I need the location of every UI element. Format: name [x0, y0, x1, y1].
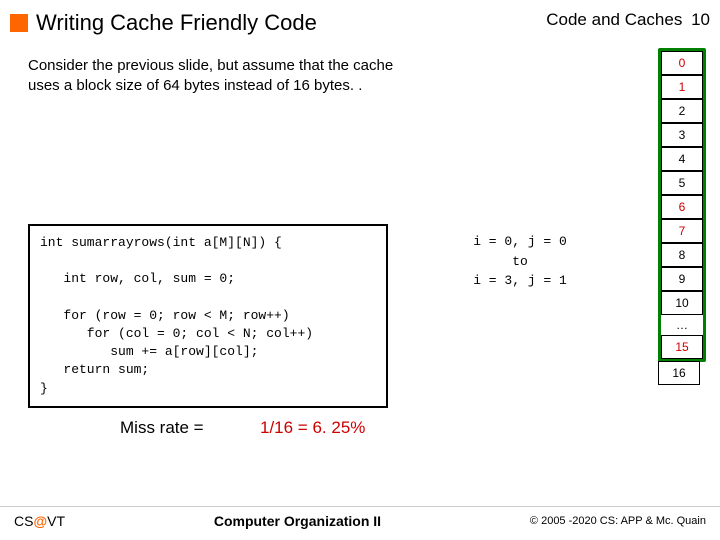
footer-cs: CS — [14, 513, 33, 529]
cache-row: 10 — [661, 291, 703, 315]
iteration-range: i = 0, j = 0 to i = 3, j = 1 — [450, 232, 590, 291]
bullet-icon — [10, 14, 28, 32]
intro-text: Consider the previous slide, but assume … — [28, 56, 408, 95]
footer-copyright: © 2005 -2020 CS: APP & Mc. Quain — [530, 515, 706, 527]
miss-rate-label: Miss rate = — [120, 418, 204, 438]
footer-brand: CS@VT — [14, 513, 65, 529]
slide-footer: CS@VT Computer Organization II © 2005 -2… — [0, 506, 720, 534]
ij-line1: i = 0, j = 0 — [450, 232, 590, 252]
cache-overflow-row: 16 — [658, 361, 700, 385]
footer-title: Computer Organization II — [214, 513, 381, 529]
slide-title: Writing Cache Friendly Code — [36, 10, 317, 36]
ij-line2: to — [450, 252, 590, 272]
cache-row: 15 — [661, 335, 703, 359]
cache-row: 6 — [661, 195, 703, 219]
cache-row: 0 — [661, 51, 703, 75]
ij-line3: i = 3, j = 1 — [450, 271, 590, 291]
cache-row: 5 — [661, 171, 703, 195]
cache-row: 8 — [661, 243, 703, 267]
cache-row: 9 — [661, 267, 703, 291]
miss-rate-value: 1/16 = 6. 25% — [260, 418, 365, 438]
cache-row: 4 — [661, 147, 703, 171]
section-label: Code and Caches 10 — [546, 10, 710, 30]
code-block: int sumarrayrows(int a[M][N]) { int row,… — [28, 224, 388, 408]
cache-row: 2 — [661, 99, 703, 123]
cache-row: 7 — [661, 219, 703, 243]
cache-row: 1 — [661, 75, 703, 99]
cache-frame: 0 1 2 3 4 5 6 7 8 9 10 … 15 — [658, 48, 706, 362]
at-icon: @ — [33, 513, 47, 529]
section-text: Code and Caches — [546, 10, 682, 29]
cache-ellipsis: … — [661, 315, 703, 335]
page-number: 10 — [691, 10, 710, 29]
cache-row: 3 — [661, 123, 703, 147]
footer-vt: VT — [47, 513, 65, 529]
cache-diagram: 0 1 2 3 4 5 6 7 8 9 10 … 15 16 — [658, 48, 706, 385]
